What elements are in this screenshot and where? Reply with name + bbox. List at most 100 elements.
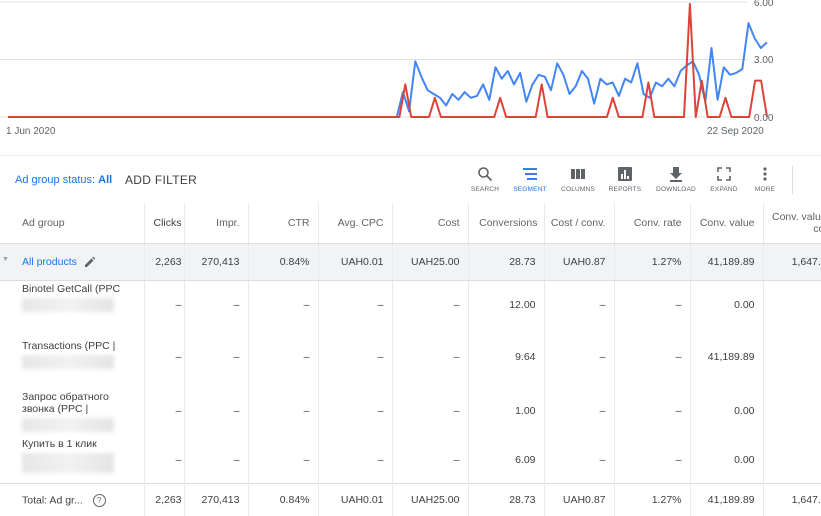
ctr-cell: –	[248, 385, 318, 436]
search-button[interactable]: SEARCH	[465, 162, 505, 202]
reports-label: REPORTS	[605, 186, 645, 193]
ad-group-name-cell[interactable]: Transactions (PPC |	[0, 328, 144, 385]
conv-value-cell: 41,189.89	[690, 328, 763, 385]
ctr-cell: –	[248, 281, 318, 329]
ad-group-name-cell[interactable]: Купить в 1 клик	[0, 436, 144, 484]
pencil-icon[interactable]	[84, 256, 96, 268]
header-ctr[interactable]: CTR	[248, 203, 318, 244]
impr-cell: –	[184, 281, 248, 329]
total-ctr: 0.84%	[248, 484, 318, 516]
ad-group-name-cell[interactable]: Запрос обратного звонка (PPC |	[0, 385, 144, 436]
table-row: Запрос обратного звонка (PPC | – – – – –…	[0, 385, 821, 436]
summary-cost: UAH25.00	[392, 244, 468, 281]
summary-ctr: 0.84%	[248, 244, 318, 281]
series-line-blue	[8, 23, 767, 117]
total-impr: 270,413	[184, 484, 248, 516]
header-conversions[interactable]: Conversions	[468, 203, 544, 244]
table-row: Купить в 1 клик – – – – – 6.09 – – 0.00 …	[0, 436, 821, 484]
segment-button[interactable]: SEGMENT	[510, 162, 550, 202]
ctr-cell: –	[248, 436, 318, 484]
summary-avg-cpc: UAH0.01	[318, 244, 392, 281]
y-tick-3: 3.00	[754, 55, 774, 66]
expand-button[interactable]: EXPAND	[704, 162, 744, 202]
columns-label: COLUMNS	[558, 186, 598, 193]
header-cost[interactable]: Cost	[392, 203, 468, 244]
x-label-start: 1 Jun 2020	[6, 126, 56, 137]
search-label: SEARCH	[465, 186, 505, 193]
more-label: MORE	[745, 186, 785, 193]
clicks-cell: –	[144, 328, 184, 385]
conversions-cell: 12.00	[468, 281, 544, 329]
impr-cell: –	[184, 385, 248, 436]
ad-group-name[interactable]: Binotel GetCall (PPC	[22, 283, 137, 295]
segment-icon	[522, 166, 538, 182]
download-button[interactable]: DOWNLOAD	[656, 162, 696, 202]
total-conv-value: 41,189.89	[690, 484, 763, 516]
cost-per-conv-cell: –	[544, 385, 614, 436]
all-products-link[interactable]: All products	[22, 256, 77, 268]
impr-cell: –	[184, 436, 248, 484]
conv-rate-cell: –	[614, 436, 690, 484]
redacted-text	[22, 418, 114, 432]
conv-rate-cell: –	[614, 385, 690, 436]
reports-button[interactable]: REPORTS	[605, 162, 645, 202]
avg-cpc-cell: –	[318, 385, 392, 436]
cost-per-conv-cell: –	[544, 281, 614, 329]
conv-value-per-cost-cell: –	[763, 436, 821, 484]
help-icon[interactable]: ?	[93, 494, 106, 507]
impr-cell: –	[184, 328, 248, 385]
conv-rate-cell: –	[614, 328, 690, 385]
header-clicks[interactable]: Clicks	[144, 203, 184, 244]
total-label-cell: Total: Ad gr...?	[0, 484, 144, 516]
header-conv-value-per-cost[interactable]: Conv. value / cost	[763, 203, 821, 244]
header-conv-rate[interactable]: Conv. rate	[614, 203, 690, 244]
more-button[interactable]: MORE	[745, 162, 785, 202]
total-label: Total: Ad gr...	[22, 494, 83, 506]
total-cost-per-conv: UAH0.87	[544, 484, 614, 516]
table-row: Transactions (PPC | – – – – – 9.64 – – 4…	[0, 328, 821, 385]
ad-group-name[interactable]: Купить в 1 клик	[22, 438, 137, 450]
header-conv-value[interactable]: Conv. value	[690, 203, 763, 244]
conv-rate-cell: –	[614, 281, 690, 329]
ad-group-name-cell[interactable]: Binotel GetCall (PPC	[0, 281, 144, 329]
avg-cpc-cell: –	[318, 436, 392, 484]
summary-impr: 270,413	[184, 244, 248, 281]
columns-icon	[570, 166, 586, 182]
header-impr[interactable]: Impr.	[184, 203, 248, 244]
redacted-text	[22, 453, 114, 473]
summary-conv-rate: 1.27%	[614, 244, 690, 281]
y-tick-6: 6.00	[754, 0, 774, 9]
summary-conv-value: 41,189.89	[690, 244, 763, 281]
total-row: Total: Ad gr...? 2,263 270,413 0.84% UAH…	[0, 484, 821, 516]
cost-cell: –	[392, 281, 468, 329]
columns-button[interactable]: COLUMNS	[558, 162, 598, 202]
performance-chart: 6.00 3.00 0.00 1 Jun 2020 22 Sep 2020	[0, 0, 821, 155]
clicks-cell: –	[144, 385, 184, 436]
redacted-text	[22, 355, 114, 369]
summary-clicks: 2,263	[144, 244, 184, 281]
table-header-row: Ad group Clicks Impr. CTR Avg. CPC Cost …	[0, 203, 821, 244]
cost-cell: –	[392, 436, 468, 484]
header-ad-group[interactable]: Ad group	[0, 203, 144, 244]
avg-cpc-cell: –	[318, 281, 392, 329]
header-avg-cpc[interactable]: Avg. CPC	[318, 203, 392, 244]
cost-per-conv-cell: –	[544, 436, 614, 484]
cost-cell: –	[392, 385, 468, 436]
expand-caret-icon[interactable]: ▼	[2, 256, 9, 263]
table-toolbar: Ad group status: All ADD FILTER SEARCH S…	[0, 155, 821, 204]
summary-ad-group: ▼ All products	[0, 244, 144, 281]
conversions-cell: 6.09	[468, 436, 544, 484]
ad-group-name[interactable]: Transactions (PPC |	[22, 340, 137, 352]
add-filter-button[interactable]: ADD FILTER	[125, 173, 197, 187]
ctr-cell: –	[248, 328, 318, 385]
search-icon	[477, 166, 493, 182]
ad-group-name[interactable]: Запрос обратного звонка (PPC |	[22, 391, 122, 415]
header-cost-per-conv[interactable]: Cost / conv.	[544, 203, 614, 244]
conv-value-per-cost-cell: –	[763, 328, 821, 385]
expand-label: EXPAND	[704, 186, 744, 193]
total-conversions: 28.73	[468, 484, 544, 516]
conversions-cell: 9.64	[468, 328, 544, 385]
ad-group-status-filter[interactable]: Ad group status: All	[15, 174, 112, 186]
toolbar-divider	[792, 166, 793, 194]
segment-label: SEGMENT	[510, 186, 550, 193]
